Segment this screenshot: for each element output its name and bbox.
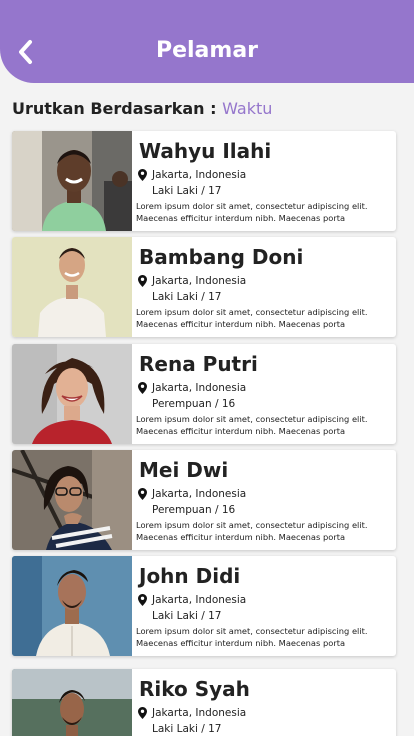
applicant-gender-age: Laki Laki / 17	[152, 185, 222, 197]
applicant-gender-age: Laki Laki / 17	[152, 610, 222, 622]
applicant-card[interactable]: Mei Dwi Jakarta, Indonesia Perempuan / 1…	[12, 450, 396, 550]
location-pin-icon	[138, 594, 147, 606]
applicant-location: Jakarta, Indonesia	[138, 382, 246, 394]
location-pin-icon	[138, 382, 147, 394]
applicant-photo	[12, 450, 132, 550]
applicant-name: Wahyu Ilahi	[139, 139, 272, 163]
applicant-name: Mei Dwi	[139, 458, 229, 482]
location-text: Jakarta, Indonesia	[152, 594, 247, 606]
applicant-photo	[12, 344, 132, 444]
applicant-gender-age: Laki Laki / 17	[152, 723, 222, 735]
location-text: Jakarta, Indonesia	[152, 488, 247, 500]
applicant-gender-age: Laki Laki / 17	[152, 291, 222, 303]
applicant-photo	[12, 131, 132, 231]
location-text: Jakarta, Indonesia	[152, 275, 247, 287]
page-title: Pelamar	[155, 38, 259, 63]
applicant-name: Bambang Doni	[139, 245, 304, 269]
location-text: Jakarta, Indonesia	[152, 382, 247, 394]
location-pin-icon	[138, 707, 147, 719]
applicant-location: Jakarta, Indonesia	[138, 275, 246, 287]
applicant-photo	[12, 237, 132, 337]
location-text: Jakarta, Indonesia	[152, 707, 247, 719]
location-pin-icon	[138, 488, 147, 500]
applicant-description: Lorem ipsum dolor sit amet, consectetur …	[136, 307, 368, 329]
applicant-card[interactable]: Bambang Doni Jakarta, Indonesia Laki Lak…	[12, 237, 396, 337]
applicant-card[interactable]: Rena Putri Jakarta, Indonesia Perempuan …	[12, 344, 396, 444]
sort-label: Urutkan Berdasarkan :	[12, 99, 217, 118]
applicant-description: Lorem ipsum dolor sit amet, consectetur …	[136, 414, 368, 436]
applicant-card[interactable]: John Didi Jakarta, Indonesia Laki Laki /…	[12, 556, 396, 656]
applicant-gender-age: Perempuan / 16	[152, 504, 236, 516]
location-pin-icon	[138, 169, 147, 181]
applicant-description: Lorem ipsum dolor sit amet, consectetur …	[136, 201, 368, 223]
sort-control[interactable]: Urutkan Berdasarkan : Waktu	[12, 99, 272, 118]
applicant-location: Jakarta, Indonesia	[138, 707, 246, 719]
applicant-photo	[12, 669, 132, 736]
sort-value[interactable]: Waktu	[222, 99, 272, 118]
applicant-photo	[12, 556, 132, 656]
applicant-description: Lorem ipsum dolor sit amet, consectetur …	[136, 626, 368, 648]
applicant-name: Riko Syah	[139, 677, 250, 701]
applicant-gender-age: Perempuan / 16	[152, 398, 236, 410]
applicant-name: Rena Putri	[139, 352, 258, 376]
applicant-location: Jakarta, Indonesia	[138, 169, 246, 181]
applicant-name: John Didi	[139, 564, 241, 588]
applicant-card[interactable]: Wahyu Ilahi Jakarta, Indonesia Laki Laki…	[12, 131, 396, 231]
app-header: Pelamar	[0, 0, 414, 83]
applicant-card[interactable]: Riko Syah Jakarta, Indonesia Laki Laki /…	[12, 669, 396, 736]
location-text: Jakarta, Indonesia	[152, 169, 247, 181]
applicant-location: Jakarta, Indonesia	[138, 594, 246, 606]
location-pin-icon	[138, 275, 147, 287]
applicant-location: Jakarta, Indonesia	[138, 488, 246, 500]
applicant-description: Lorem ipsum dolor sit amet, consectetur …	[136, 520, 368, 542]
